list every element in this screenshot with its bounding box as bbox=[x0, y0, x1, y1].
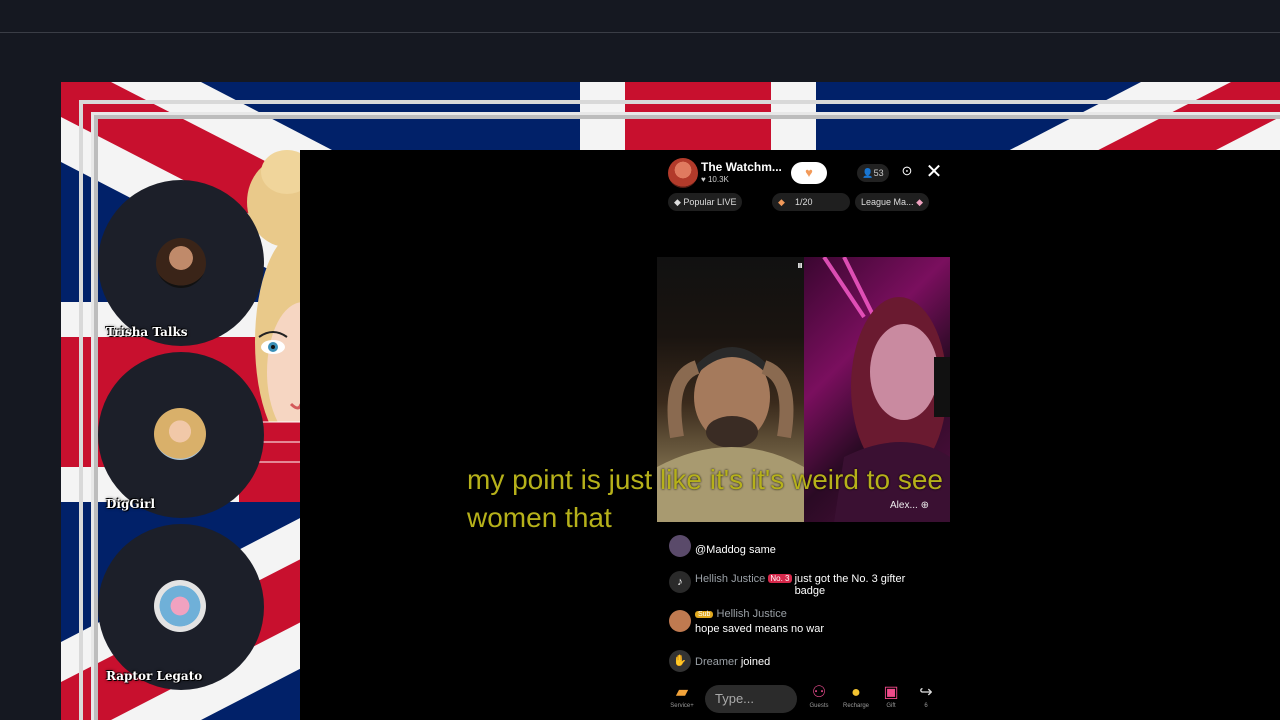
guest-name-1: Trisha Talks bbox=[106, 325, 188, 339]
gift-icon: ▣ bbox=[883, 684, 899, 701]
guest-name-3: Raptor Legato bbox=[106, 669, 203, 683]
follow-button[interactable]: ♥ bbox=[791, 162, 827, 184]
coin-icon: ● bbox=[851, 684, 861, 701]
gift-button[interactable]: ▣ Gift bbox=[876, 684, 906, 710]
popular-live-chip[interactable]: ◆ Popular LIVE bbox=[668, 193, 743, 211]
gift-label: Gift bbox=[886, 703, 896, 709]
chat-avatar-1[interactable] bbox=[669, 535, 691, 557]
pk-battle-icon: ⏸ bbox=[797, 258, 804, 272]
service-icon: ▰ bbox=[675, 684, 689, 701]
gifter-badge: No. 3 bbox=[768, 574, 792, 583]
service-button[interactable]: ▰ Service+ bbox=[667, 684, 697, 710]
share-count: 6 bbox=[924, 703, 928, 709]
live-caption: my point is just like it's it's weird to… bbox=[467, 464, 943, 533]
close-icon[interactable]: ✕ bbox=[924, 160, 944, 184]
tiktok-icon: ♪ bbox=[669, 571, 691, 593]
join-icon: ✋ bbox=[669, 650, 691, 672]
chat-name-2[interactable]: Hellish Justice bbox=[695, 573, 765, 585]
guests-button[interactable]: ⚇ Guests bbox=[804, 684, 834, 710]
host-likes-value: 10.3K bbox=[707, 175, 729, 184]
host-name[interactable]: The Watchm... bbox=[701, 160, 782, 174]
chat-text-2: just got the No. 3 gifter badge bbox=[794, 573, 906, 597]
flame-icon: ◆ bbox=[778, 197, 785, 207]
guests-icon: ⚇ bbox=[811, 684, 827, 701]
gem-icon: ◆ bbox=[916, 197, 923, 207]
guests-label: Guests bbox=[809, 703, 829, 709]
sub-badge: Sub bbox=[695, 611, 714, 618]
rank-chip[interactable]: ◆ 1/20 bbox=[772, 193, 850, 211]
league-chip[interactable]: League Ma... ◆ bbox=[855, 193, 929, 211]
recharge-button[interactable]: ● Recharge bbox=[841, 684, 871, 710]
guest-name-2: DigGirl bbox=[106, 497, 156, 511]
service-label: Service+ bbox=[670, 703, 694, 709]
chat-message-4: Dreamer joined bbox=[695, 656, 770, 668]
guest-avatar-3 bbox=[154, 580, 206, 632]
chat-text-4: joined bbox=[740, 656, 771, 668]
guest-avatar-1 bbox=[156, 238, 206, 288]
recharge-label: Recharge bbox=[842, 703, 869, 709]
chat-message-3: hope saved means no war bbox=[695, 623, 825, 635]
share-button[interactable]: ↪ 6 bbox=[911, 684, 941, 710]
rank-value: 1/20 bbox=[794, 197, 813, 207]
chat-name-3[interactable]: Hellish Justice bbox=[717, 608, 787, 620]
chat-name-4[interactable]: Dreamer bbox=[695, 656, 738, 668]
heart-icon: ♥ bbox=[805, 165, 813, 180]
chat-header-3: Sub Hellish Justice bbox=[695, 608, 787, 620]
popular-live-label: Popular LIVE bbox=[683, 197, 737, 207]
share-icon: ↪ bbox=[919, 684, 933, 701]
chat-message-1: @Maddog same bbox=[695, 544, 776, 556]
viewer-count-value: 53 bbox=[873, 168, 884, 178]
viewer-count[interactable]: 👤53 bbox=[857, 164, 889, 182]
host-likes: ♥ 10.3K bbox=[701, 175, 729, 184]
browser-top-bar bbox=[0, 0, 1280, 33]
minimize-icon[interactable]: ⊙ bbox=[898, 163, 916, 179]
guest-avatar-2 bbox=[154, 408, 206, 460]
chat-avatar-3[interactable] bbox=[669, 610, 691, 632]
host-avatar[interactable] bbox=[668, 158, 698, 188]
league-label: League Ma... bbox=[861, 197, 914, 207]
chat-input[interactable]: Type... bbox=[705, 685, 797, 713]
chat-message-2: Hellish Justice No. 3 just got the No. 3… bbox=[695, 573, 935, 597]
